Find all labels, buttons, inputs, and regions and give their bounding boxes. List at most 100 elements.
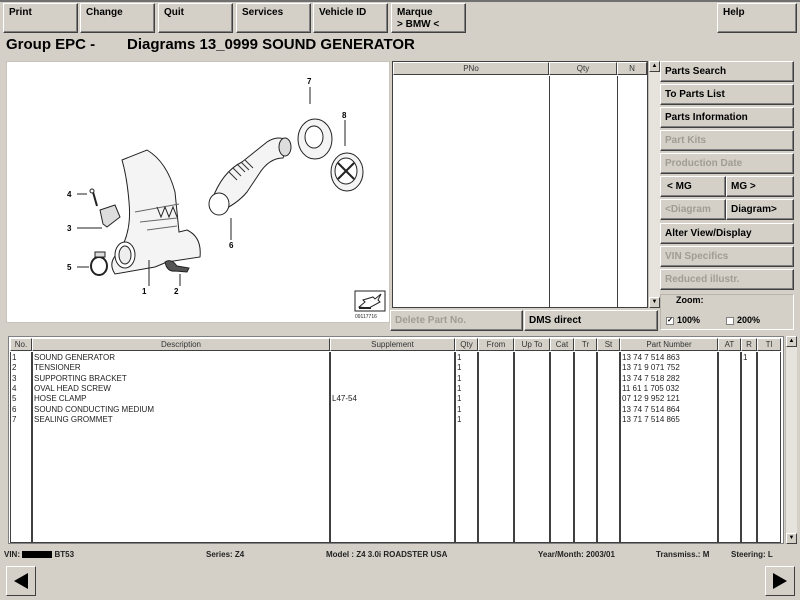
zoom-200-checkbox[interactable]: [726, 316, 734, 325]
parts-table[interactable]: No. 1 2 3 4 5 6 7 Description SOUND GENERATOR TENS…: [8, 336, 784, 544]
table-cell-qty[interactable]: 1: [457, 405, 461, 415]
column-header-cat[interactable]: Cat: [550, 338, 574, 351]
column-header-at[interactable]: AT: [718, 338, 741, 351]
vehicle-id-button[interactable]: Vehicle ID: [313, 3, 388, 33]
table-cell-qty[interactable]: 1: [457, 353, 461, 363]
table-cell-description[interactable]: SUPPORTING BRACKET: [34, 374, 127, 384]
pno-header[interactable]: PNo: [393, 62, 549, 75]
parts-information-button[interactable]: Parts Information: [660, 107, 794, 128]
table-cell-qty[interactable]: 1: [457, 384, 461, 394]
alter-view-button[interactable]: Alter View/Display: [660, 223, 794, 244]
scroll-up-button[interactable]: ▲: [786, 336, 797, 347]
screw-part: [92, 191, 98, 207]
table-cell-no[interactable]: 4: [12, 384, 16, 394]
callout-6: 6: [229, 241, 234, 250]
vin-specifics-button[interactable]: VIN Specifics: [660, 246, 794, 267]
table-cell-part-number[interactable]: 13 71 9 071 752: [622, 363, 680, 373]
table-cell-no[interactable]: 2: [12, 363, 16, 373]
prev-diagram-button[interactable]: <Diagram: [660, 199, 726, 220]
zoom-100-option[interactable]: ✓ 100%: [666, 315, 700, 325]
parts-table-scrollbar[interactable]: ▲ ▼: [785, 336, 797, 544]
services-button[interactable]: Services: [236, 3, 311, 33]
column-header-qty[interactable]: Qty: [455, 338, 478, 351]
reduced-illustr-button[interactable]: Reduced illustr.: [660, 269, 794, 290]
table-cell-part-number[interactable]: 13 74 7 514 863: [622, 353, 680, 363]
column-cat: [550, 352, 574, 543]
help-button[interactable]: Help: [717, 3, 797, 33]
table-cell-part-number[interactable]: 13 74 7 518 282: [622, 374, 680, 384]
diagram-panel[interactable]: 1 2 3 4 5 6 7 8 09117716: [6, 61, 390, 323]
column-header-from[interactable]: From: [478, 338, 514, 351]
table-cell-part-number[interactable]: 07 12 9 952 121: [622, 394, 680, 404]
print-button[interactable]: Print: [3, 3, 78, 33]
qty-header[interactable]: Qty: [549, 62, 617, 75]
table-cell-no[interactable]: 7: [12, 415, 16, 425]
callout-5: 5: [67, 263, 72, 272]
zoom-100-checkbox[interactable]: ✓: [666, 316, 674, 325]
n-header[interactable]: N: [617, 62, 647, 75]
table-cell-no[interactable]: 6: [12, 405, 16, 415]
zoom-100-label: 100%: [677, 315, 701, 325]
column-header-no[interactable]: No.: [10, 338, 32, 351]
back-button[interactable]: [6, 566, 36, 596]
table-cell-description[interactable]: TENSIONER: [34, 363, 81, 373]
table-cell-no[interactable]: 1: [12, 353, 16, 363]
column-header-up-to[interactable]: Up To: [514, 338, 550, 351]
table-cell-no[interactable]: 5: [12, 394, 16, 404]
column-at: [718, 352, 741, 543]
table-cell-qty[interactable]: 1: [457, 374, 461, 384]
production-date-button[interactable]: Production Date: [660, 153, 794, 174]
top-border: [0, 0, 800, 2]
prev-mg-button[interactable]: < MG: [660, 176, 726, 197]
table-cell-description[interactable]: OVAL HEAD SCREW: [34, 384, 111, 394]
column-header-tl[interactable]: Tl: [757, 338, 781, 351]
column-header-supplement[interactable]: Supplement: [330, 338, 455, 351]
table-cell-description[interactable]: HOSE CLAMP: [34, 394, 86, 404]
table-cell-part-number[interactable]: 13 71 7 514 865: [622, 415, 680, 425]
model-field: Model : Z4 3.0i ROADSTER USA: [326, 550, 448, 559]
part-kits-button[interactable]: Part Kits: [660, 130, 794, 151]
table-cell-part-number[interactable]: 11 61 1 705 032: [622, 384, 679, 394]
forward-button[interactable]: [765, 566, 795, 596]
table-cell-description[interactable]: SEALING GROMMET: [34, 415, 113, 425]
column-header-st[interactable]: St: [597, 338, 620, 351]
delete-part-no-button[interactable]: Delete Part No.: [390, 310, 523, 331]
marque-button[interactable]: Marque > BMW <: [391, 3, 466, 33]
pno-list[interactable]: PNo Qty N: [392, 61, 648, 308]
column-supplement: [330, 352, 455, 543]
table-cell-no[interactable]: 3: [12, 374, 16, 384]
scroll-down-button[interactable]: ▼: [786, 533, 797, 544]
table-cell-r[interactable]: 1: [743, 353, 747, 363]
to-parts-list-button[interactable]: To Parts List: [660, 84, 794, 105]
pno-scrollbar[interactable]: ▲ ▼: [648, 61, 660, 308]
table-cell-description[interactable]: SOUND GENERATOR: [34, 353, 115, 363]
next-mg-button[interactable]: MG >: [726, 176, 794, 197]
quit-button[interactable]: Quit: [158, 3, 233, 33]
tensioner-part: [164, 260, 190, 273]
parts-search-button[interactable]: Parts Search: [660, 61, 794, 82]
table-cell-supplement[interactable]: L47-54: [332, 394, 357, 404]
callout-2: 2: [174, 287, 179, 296]
marque-value: > BMW <: [397, 19, 440, 30]
change-button[interactable]: Change: [80, 3, 155, 33]
table-cell-part-number[interactable]: 13 74 7 514 864: [622, 405, 680, 415]
zoom-200-option[interactable]: 200%: [726, 315, 760, 325]
next-diagram-button[interactable]: Diagram>: [726, 199, 794, 220]
sound-generator-diagram: 1 2 3 4 5 6 7 8 09117716: [67, 77, 386, 320]
column-from: [478, 352, 514, 543]
table-cell-qty[interactable]: 1: [457, 394, 461, 404]
table-cell-qty[interactable]: 1: [457, 363, 461, 373]
vin-field: VIN: BT53: [4, 550, 74, 559]
scroll-up-button[interactable]: ▲: [649, 61, 660, 72]
scroll-down-button[interactable]: ▼: [649, 297, 660, 308]
triangle-left-icon: [14, 573, 28, 589]
vin-redacted: [22, 551, 53, 559]
table-cell-description[interactable]: SOUND CONDUCTING MEDIUM: [34, 405, 154, 415]
column-header-tr[interactable]: Tr: [574, 338, 597, 351]
column-tr: [574, 352, 597, 543]
column-header-description[interactable]: Description: [32, 338, 330, 351]
column-header-part-number[interactable]: Part Number: [620, 338, 718, 351]
column-header-r[interactable]: R: [741, 338, 757, 351]
table-cell-qty[interactable]: 1: [457, 415, 461, 425]
dms-direct-button[interactable]: DMS direct: [524, 310, 658, 331]
